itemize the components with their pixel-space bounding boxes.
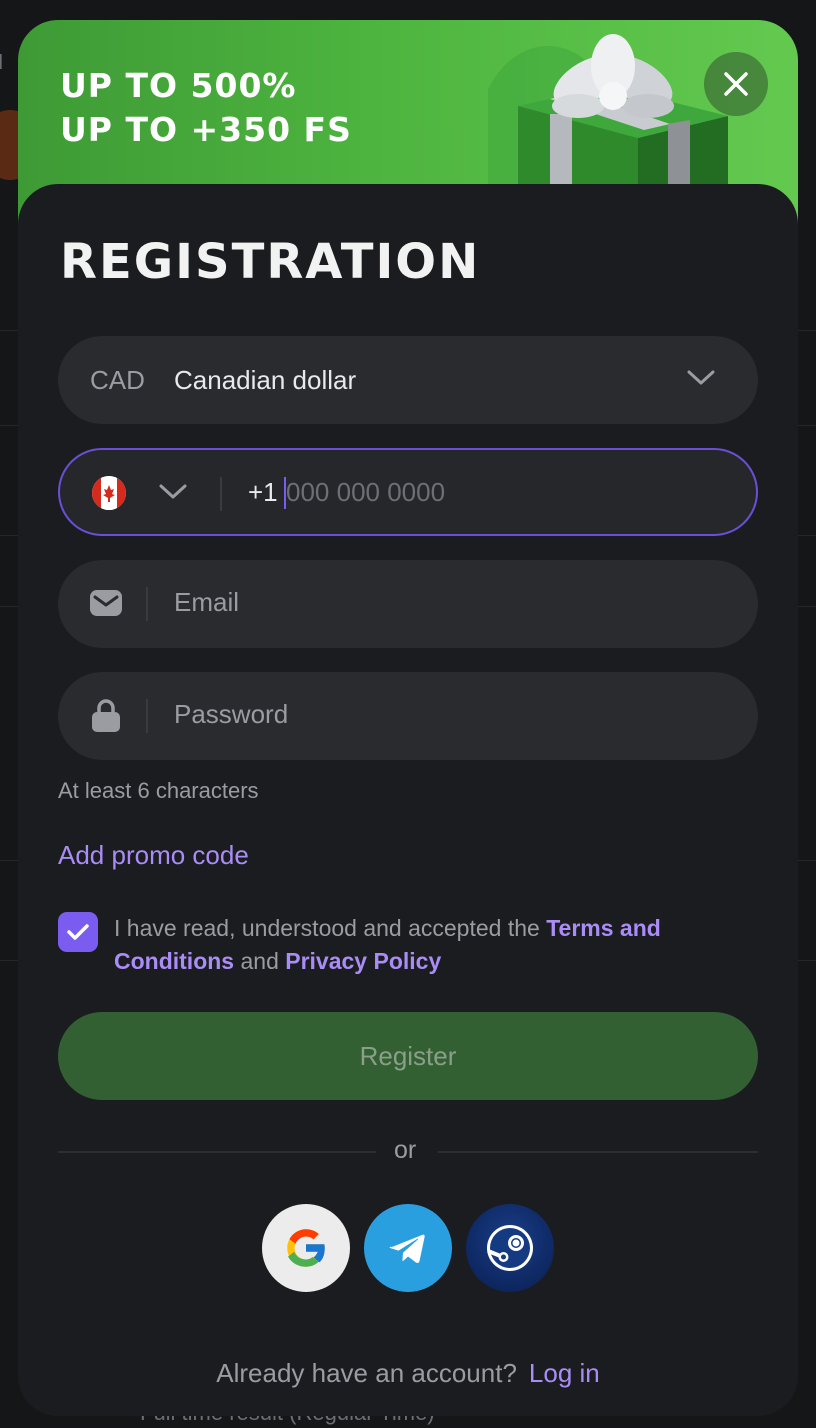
phone-field: +1 — [58, 448, 758, 536]
country-chevron-down-icon[interactable] — [158, 482, 188, 502]
bonus-line-1: UP TO 500% — [60, 66, 297, 105]
terms-prefix: I have read, understood and accepted the — [114, 915, 547, 941]
steam-icon — [487, 1225, 533, 1271]
add-promo-code-link[interactable]: Add promo code — [58, 840, 249, 871]
field-separator — [146, 699, 148, 733]
phone-prefix: +1 — [248, 476, 278, 507]
login-prompt: Already have an account? Log in — [18, 1358, 798, 1389]
checkmark-icon — [67, 924, 89, 940]
currency-select[interactable]: CAD Canadian dollar — [58, 336, 758, 424]
divider-label: or — [394, 1136, 417, 1164]
canada-flag-icon[interactable] — [92, 476, 126, 510]
password-input[interactable] — [174, 694, 714, 734]
envelope-icon — [90, 590, 122, 616]
currency-code: CAD — [90, 364, 145, 395]
log-in-link[interactable]: Log in — [529, 1358, 600, 1388]
field-separator — [220, 477, 222, 511]
email-input[interactable] — [174, 582, 714, 622]
telegram-icon — [389, 1234, 425, 1263]
login-question: Already have an account? — [216, 1358, 517, 1388]
privacy-policy-link[interactable]: Privacy Policy — [285, 948, 441, 974]
divider-line-right — [438, 1151, 758, 1153]
page-title: REGISTRATION — [60, 234, 481, 290]
registration-form: REGISTRATION CAD Canadian dollar +1 000 … — [18, 184, 798, 1416]
currency-name: Canadian dollar — [174, 364, 357, 395]
steam-login-button[interactable] — [466, 1204, 554, 1292]
register-button[interactable]: Register — [58, 1012, 758, 1100]
close-button[interactable] — [704, 52, 768, 116]
bonus-line-2: UP TO +350 FS — [60, 110, 352, 149]
terms-text: I have read, understood and accepted the… — [114, 912, 734, 978]
google-login-button[interactable] — [262, 1204, 350, 1292]
chevron-down-icon — [687, 370, 715, 385]
terms-middle: and — [234, 948, 286, 974]
background-partial-text: ll — [0, 52, 3, 74]
divider-line-left — [58, 1151, 376, 1153]
registration-modal: UP TO 500% UP TO +350 FS REGISTRATION CA… — [18, 20, 798, 1416]
google-icon — [287, 1229, 327, 1267]
telegram-login-button[interactable] — [364, 1204, 452, 1292]
lock-icon — [92, 699, 120, 732]
email-field — [58, 560, 758, 648]
terms-checkbox[interactable] — [58, 912, 98, 952]
close-icon — [724, 72, 748, 96]
field-separator — [146, 587, 148, 621]
password-field — [58, 672, 758, 760]
bonus-title: UP TO 500% UP TO +350 FS — [60, 64, 352, 152]
password-hint: At least 6 characters — [58, 778, 259, 803]
phone-input[interactable] — [286, 472, 686, 512]
